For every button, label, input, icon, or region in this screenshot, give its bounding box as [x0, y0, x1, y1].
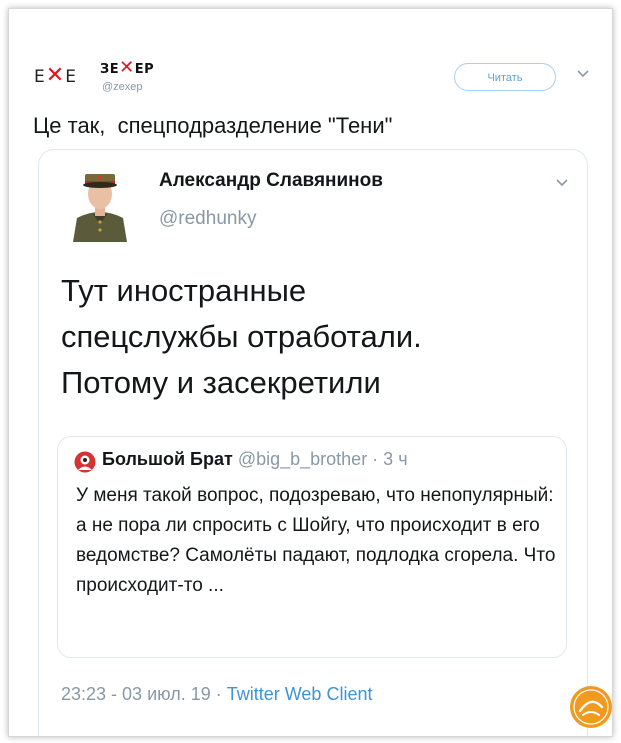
author-name[interactable]: ЗЕ✕ЕР: [100, 57, 154, 78]
red-x-mark: ✕: [45, 63, 66, 88]
author-handle[interactable]: @zexep: [102, 81, 143, 93]
nested-author-name[interactable]: Большой Брат: [102, 449, 233, 469]
tweet-header: Е✕Е ЗЕ✕ЕР @zexep Читать: [34, 49, 604, 99]
quoted-author-name[interactable]: Александр Славянинов: [159, 170, 383, 192]
quoted-text-line: Потому и засекретили: [61, 365, 381, 400]
quoted-tweet-card[interactable]: Александр Славянинов @redhunky Тут иност…: [38, 149, 588, 736]
timestamp-date[interactable]: 23:23 - 03 июл. 19 ·: [61, 684, 227, 704]
logo-text: Е✕Е: [34, 63, 77, 88]
quoted-author-handle[interactable]: @redhunky: [159, 208, 256, 230]
follow-button[interactable]: Читать: [454, 63, 556, 91]
watermark-logo: [570, 686, 612, 728]
nested-quoted-tweet[interactable]: Большой Брат @big_b_brother · 3 ч У меня…: [57, 436, 567, 658]
tweet-text: Це так, спецподразделение "Тени": [33, 113, 393, 138]
tweet-screenshot-frame: Е✕Е ЗЕ✕ЕР @zexep Читать Це так, спецподр…: [8, 8, 613, 737]
quoted-tweet-text: Тут иностранные спецслужбы отработали. П…: [61, 268, 581, 406]
nested-author-meta[interactable]: @big_b_brother · 3 ч: [238, 449, 408, 469]
account-logo[interactable]: Е✕Е: [34, 63, 77, 88]
chevron-down-icon[interactable]: [555, 178, 569, 188]
quoted-text-line: спецслужбы отработали.: [61, 319, 422, 354]
client-link[interactable]: Twitter Web Client: [227, 684, 373, 704]
nested-tweet-text: У меня такой вопрос, подозреваю, что неп…: [76, 485, 556, 596]
quoted-text-line: Тут иностранные: [61, 273, 307, 308]
tweet-timestamp: 23:23 - 03 июл. 19 · Twitter Web Client: [61, 684, 372, 705]
nested-author-line: Большой Брат @big_b_brother · 3 ч: [102, 449, 408, 470]
chevron-down-icon[interactable]: [576, 69, 590, 79]
avatar[interactable]: [65, 162, 135, 242]
big-brother-avatar-icon[interactable]: [74, 451, 96, 473]
red-x-mark: ✕: [119, 57, 135, 78]
